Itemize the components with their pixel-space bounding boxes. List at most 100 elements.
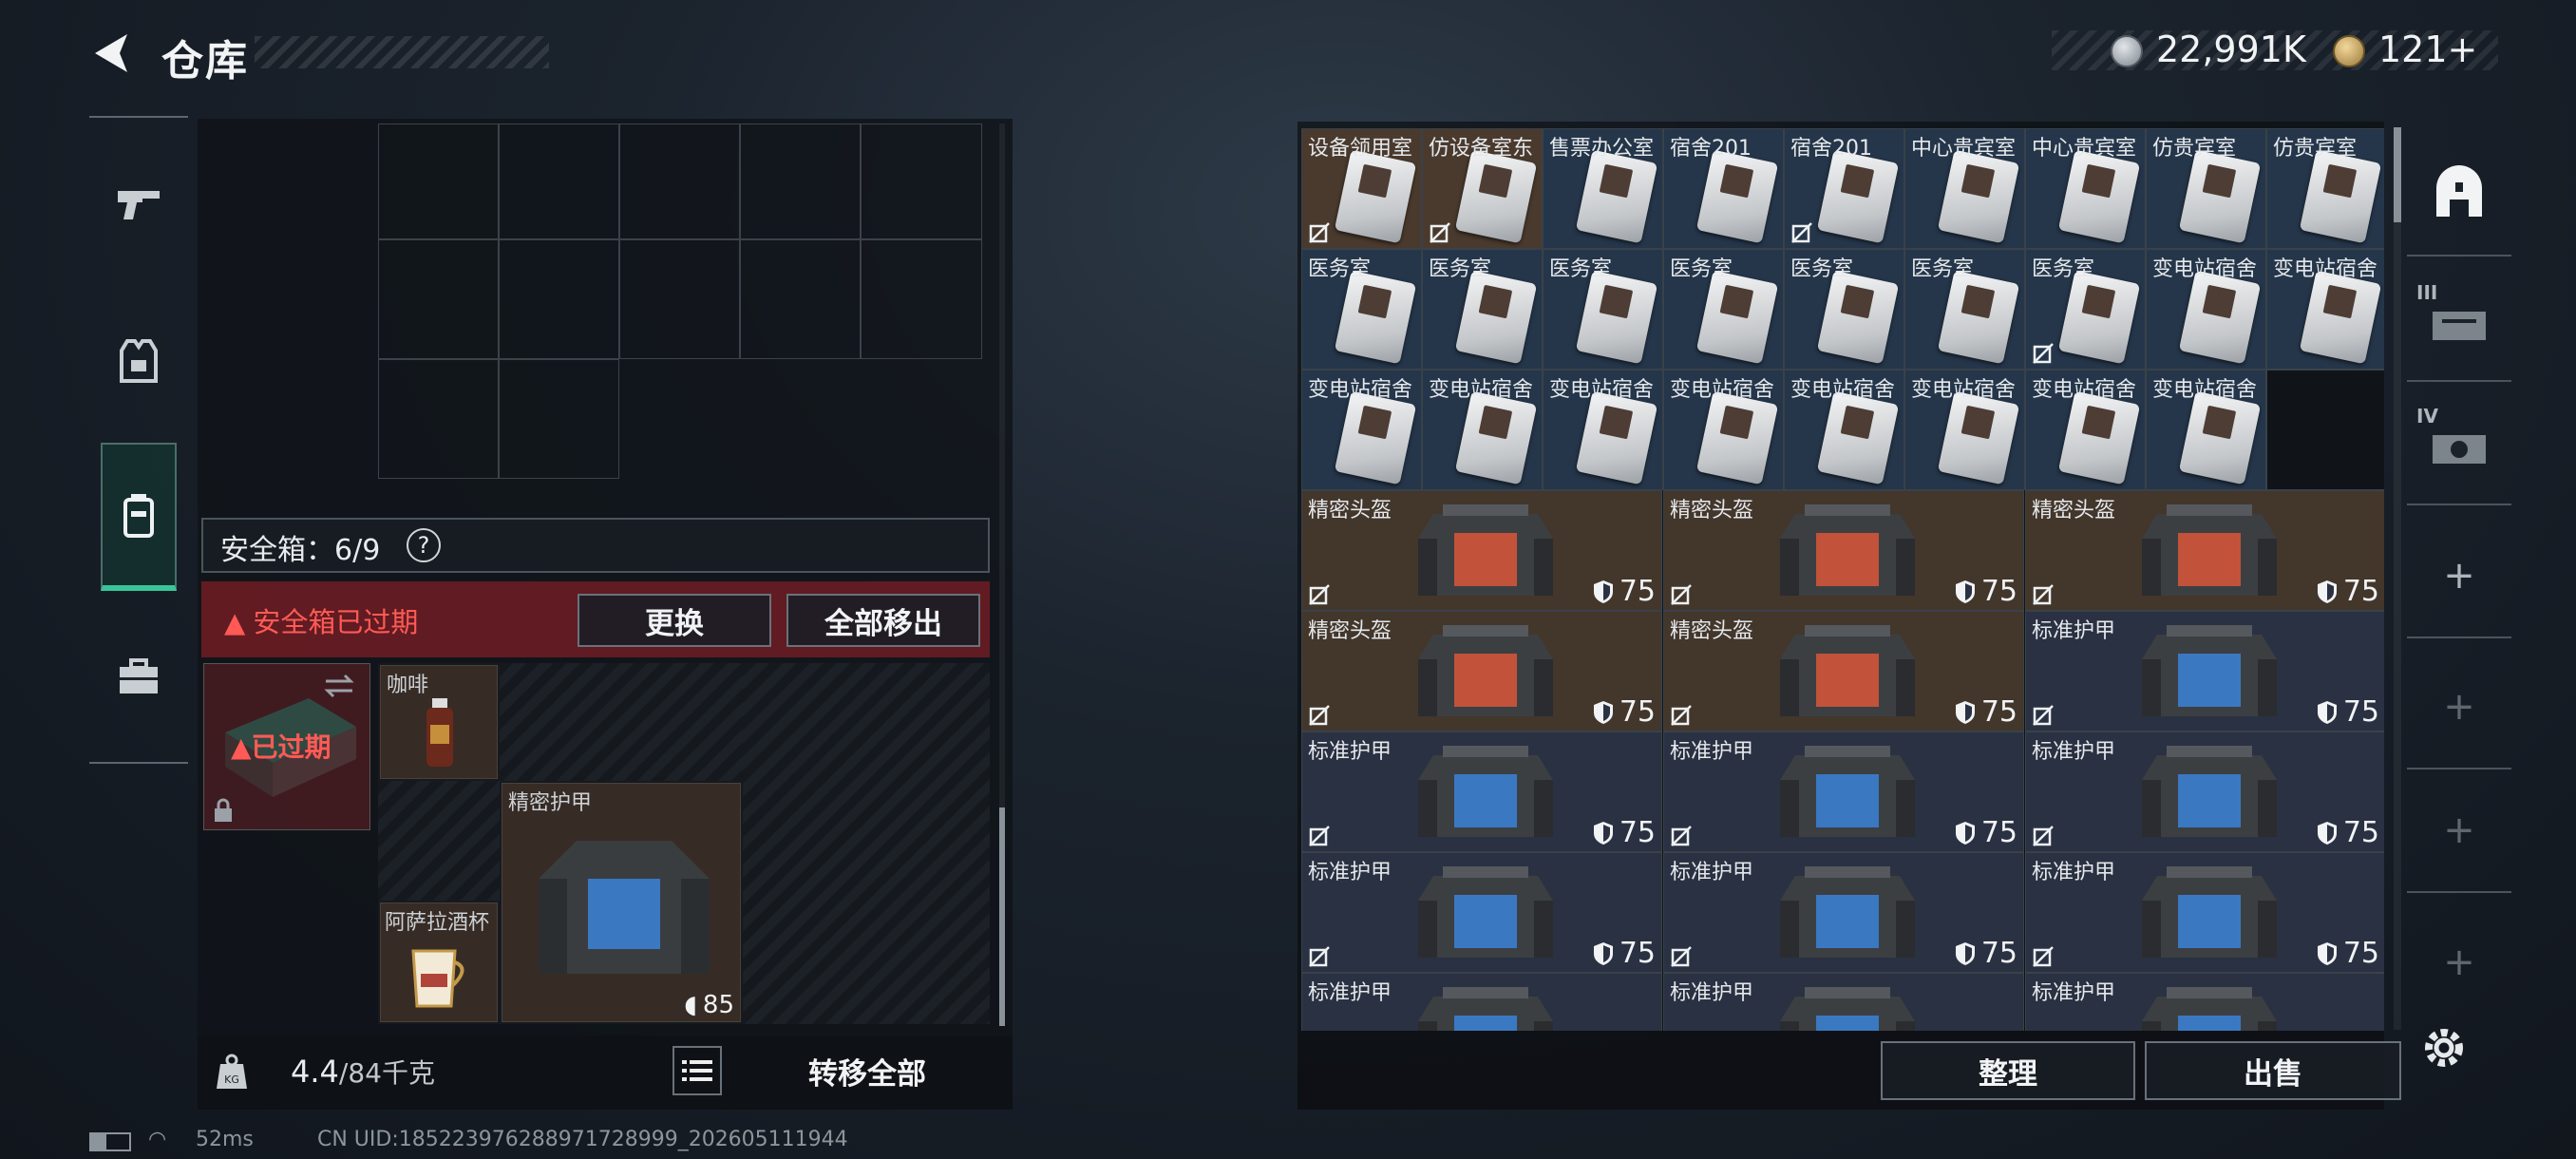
helmet-item[interactable]: 精密头盔 75 [1301, 490, 1662, 611]
item-name: 变电站宿舍 [2152, 378, 2258, 402]
keycard-item[interactable]: 变电站宿舍 [2025, 370, 2146, 490]
item-name: 变电站宿舍 [2152, 257, 2258, 281]
keycard-item[interactable]: 医务室 [1663, 249, 1784, 370]
sell-button[interactable]: 出售 [2145, 1041, 2401, 1100]
item-name: 仿贵宾室 [2152, 137, 2237, 161]
grid-slot[interactable] [499, 239, 619, 359]
helmet-item[interactable]: 精密头盔 75 [2025, 490, 2384, 611]
sidebar-tab-backpack[interactable] [101, 443, 177, 591]
warehouse-scroll-thumb[interactable] [2394, 127, 2401, 222]
vault-icon [2433, 312, 2486, 340]
sort-button[interactable]: 整理 [1881, 1041, 2135, 1100]
no-loss-icon [2033, 946, 2054, 967]
grid-slot[interactable] [499, 124, 619, 239]
item-name: 标准护甲 [1308, 981, 1392, 1005]
keycard-icon [1454, 390, 1538, 485]
keycard-item[interactable]: 售票办公室 [1543, 128, 1663, 249]
list-view-button[interactable] [672, 1046, 722, 1095]
keycard-item[interactable]: 医务室 [1784, 249, 1904, 370]
warehouse-tab-4[interactable]: IV [2407, 382, 2511, 505]
move-all-out-button[interactable]: 全部移出 [786, 594, 980, 647]
keycard-item[interactable]: 医务室 [1301, 249, 1422, 370]
warehouse-tab-3[interactable]: III [2407, 258, 2511, 382]
keycard-item[interactable]: 医务室 [2025, 249, 2146, 370]
keycard-item[interactable]: 仿贵宾室 [2266, 128, 2384, 249]
inventory-scroll-thumb[interactable] [999, 808, 1005, 1026]
grid-slot[interactable] [378, 124, 499, 239]
keycard-item[interactable]: 中心贵宾室 [1904, 128, 2025, 249]
cup-icon [411, 949, 464, 1008]
keycard-item[interactable]: 变电站宿舍 [1543, 370, 1663, 490]
settings-button[interactable] [2418, 1022, 2470, 1074]
armor-item[interactable]: 标准护甲 75 [1301, 732, 1662, 852]
helmet-item[interactable]: 精密头盔 75 [1301, 611, 1662, 732]
keycard-item[interactable]: 医务室 [1422, 249, 1543, 370]
grid-slot[interactable] [619, 124, 740, 239]
sidebar-tab-case[interactable] [99, 625, 179, 730]
armor-item[interactable]: 标准护甲 75 [1663, 732, 2024, 852]
armor-item[interactable]: 标准护甲 75 [2025, 732, 2384, 852]
empty-slot[interactable] [2266, 370, 2384, 490]
keycard-item[interactable]: 中心贵宾室 [2025, 128, 2146, 249]
transfer-all-button[interactable]: 转移全部 [729, 1043, 1005, 1098]
armor-item[interactable]: 标准护甲 75 [2025, 611, 2384, 732]
add-warehouse-tab[interactable]: + [2407, 901, 2511, 1024]
keycard-item[interactable]: 宿舍201 [1784, 128, 1904, 249]
keycard-item[interactable]: 仿设备室东 [1422, 128, 1543, 249]
item-name: 标准护甲 [2032, 619, 2116, 643]
keycard-item[interactable]: 变电站宿舍 [1784, 370, 1904, 490]
keycard-item[interactable]: 变电站宿舍 [1904, 370, 2025, 490]
helmet-item[interactable]: 精密头盔 75 [1663, 490, 2024, 611]
keycard-icon [1334, 390, 1417, 485]
safebox-slot[interactable]: ▲已过期 [203, 663, 370, 830]
weight-current: 4.4 [291, 1054, 339, 1090]
keycard-item[interactable]: 变电站宿舍 [2266, 249, 2384, 370]
warning-icon: ▲ [224, 606, 246, 638]
armor-item[interactable]: 标准护甲 75 [1663, 852, 2024, 973]
armor-item[interactable]: 标准护甲 [1663, 973, 2024, 1031]
item-precision-armor[interactable]: 精密护甲 ◖ 85 [502, 783, 741, 1022]
grid-slot[interactable] [378, 359, 499, 479]
shield-icon [1955, 700, 1975, 724]
sidebar-tab-equipment[interactable] [99, 309, 179, 413]
gear-icon [2425, 1029, 2463, 1067]
keycard-item[interactable]: 医务室 [1904, 249, 2025, 370]
armor-item[interactable]: 标准护甲 [2025, 973, 2384, 1031]
item-coffee[interactable]: 咖啡 [380, 665, 498, 779]
armor-item[interactable]: 标准护甲 75 [2025, 852, 2384, 973]
gold-currency-value[interactable]: 121+ [2378, 28, 2477, 70]
keycard-item[interactable]: 变电站宿舍 [2146, 370, 2266, 490]
back-button[interactable] [85, 27, 139, 80]
keycard-item[interactable]: 变电站宿舍 [1301, 370, 1422, 490]
sidebar-tab-weapon[interactable] [99, 152, 179, 256]
warehouse-tab-main[interactable] [2407, 133, 2511, 256]
add-warehouse-tab[interactable]: + [2407, 770, 2511, 893]
armor-item[interactable]: 标准护甲 [1301, 973, 1662, 1031]
grid-slot[interactable] [499, 359, 619, 479]
item-asala-cup[interactable]: 阿萨拉酒杯 [380, 902, 498, 1022]
keycard-item[interactable]: 变电站宿舍 [2146, 249, 2266, 370]
keycard-icon [1454, 149, 1538, 244]
keycard-item[interactable]: 宿舍201 [1663, 128, 1784, 249]
grid-slot[interactable] [619, 239, 740, 359]
warehouse-scrollbar[interactable] [2394, 127, 2401, 1030]
helmet-icon [2142, 504, 2277, 596]
grid-slot[interactable] [740, 239, 861, 359]
backpack-icon [123, 494, 154, 538]
keycard-item[interactable]: 医务室 [1543, 249, 1663, 370]
replace-button[interactable]: 更换 [578, 594, 771, 647]
add-warehouse-tab[interactable]: + [2407, 515, 2511, 638]
no-loss-icon [1671, 826, 1692, 846]
keycard-item[interactable]: 仿贵宾室 [2146, 128, 2266, 249]
keycard-item[interactable]: 设备领用室 [1301, 128, 1422, 249]
helmet-item[interactable]: 精密头盔 75 [1663, 611, 2024, 732]
add-warehouse-tab[interactable]: + [2407, 646, 2511, 770]
keycard-item[interactable]: 变电站宿舍 [1663, 370, 1784, 490]
armor-item[interactable]: 标准护甲 75 [1301, 852, 1662, 973]
grid-slot[interactable] [740, 124, 861, 239]
help-button[interactable]: ? [407, 528, 441, 562]
grid-slot[interactable] [861, 239, 982, 359]
keycard-item[interactable]: 变电站宿舍 [1422, 370, 1543, 490]
grid-slot[interactable] [861, 124, 982, 239]
grid-slot[interactable] [378, 239, 499, 359]
